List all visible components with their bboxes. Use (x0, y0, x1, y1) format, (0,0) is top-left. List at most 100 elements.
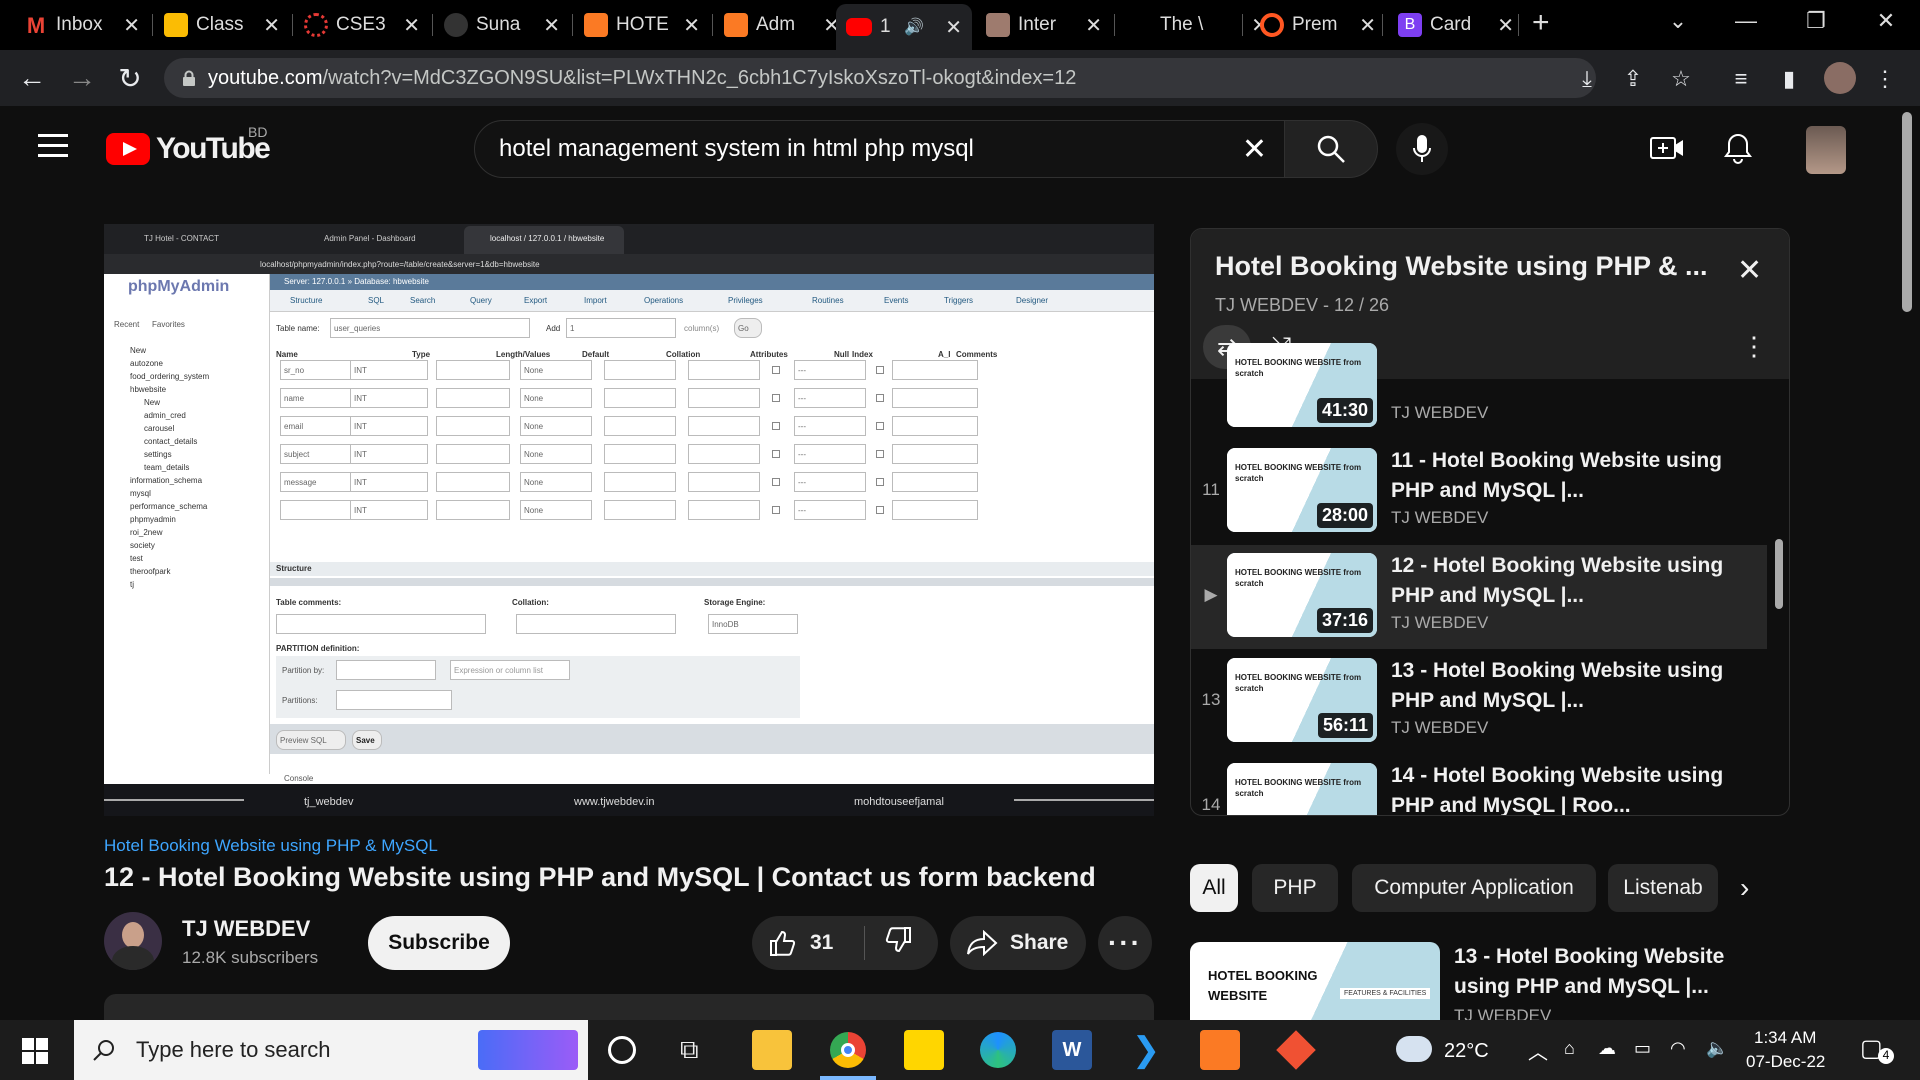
close-tab-icon[interactable]: ✕ (1359, 13, 1376, 38)
xampp-icon[interactable] (1200, 1030, 1240, 1070)
share-page-icon[interactable]: ⇪ (1618, 66, 1648, 92)
playlist-scrollbar[interactable] (1775, 539, 1783, 609)
database-tree-item: information_schema (130, 476, 203, 485)
media-control-icon[interactable]: ≡ (1726, 66, 1756, 92)
taskbar-search[interactable]: Type here to search (74, 1020, 588, 1080)
bookmark-star-icon[interactable]: ☆ (1666, 66, 1696, 92)
sticky-notes-icon[interactable] (904, 1030, 944, 1070)
clock-date[interactable]: 07-Dec-22 (1746, 1052, 1825, 1072)
pma-breadcrumb-bar: Server: 127.0.0.1 » Database: hbwebsite (270, 274, 1154, 290)
tab-github[interactable]: Suna ✕ (434, 6, 570, 44)
close-tab-icon[interactable]: ✕ (123, 13, 140, 38)
search-box[interactable]: hotel management system in html php mysq… (474, 120, 1286, 178)
playlist-item[interactable]: ▶ HOTEL BOOKING WEBSITE from scratch 37:16… (1191, 545, 1767, 649)
tab-search-chevron-icon[interactable]: ⌄ (1648, 8, 1708, 34)
playlist-item[interactable]: 13 HOTEL BOOKING WEBSITE from scratch 56:1… (1191, 650, 1767, 754)
field-default-select: None (520, 360, 592, 380)
channel-avatar[interactable] (104, 912, 162, 970)
clear-search-icon[interactable]: ✕ (1242, 132, 1267, 167)
hamburger-menu-icon[interactable] (38, 134, 68, 157)
channel-name[interactable]: TJ WEBDEV (182, 916, 310, 942)
share-button[interactable]: Share (950, 916, 1086, 970)
word-icon[interactable]: W (1052, 1030, 1092, 1070)
wifi-icon[interactable]: ◠ (1670, 1038, 1686, 1059)
chrome-icon[interactable] (828, 1030, 868, 1070)
vscode-icon[interactable]: ❯ (1126, 1030, 1166, 1070)
close-window-icon[interactable]: ✕ (1856, 8, 1916, 34)
tab-gmail[interactable]: M Inbox ✕ (14, 6, 150, 44)
chips-next-chevron-icon[interactable]: › (1740, 872, 1749, 904)
close-tab-icon[interactable]: ✕ (403, 13, 420, 38)
filter-chip[interactable]: Computer Application (1352, 864, 1596, 912)
tab-classroom[interactable]: Class ✕ (154, 6, 290, 44)
page-scrollbar[interactable] (1902, 112, 1912, 312)
video-player[interactable]: TJ Hotel - CONTACT Admin Panel - Dashboa… (104, 224, 1154, 816)
tray-chevron-icon[interactable]: ︿ (1528, 1036, 1548, 1065)
tab-youtube-active[interactable]: 1 🔊 ✕ (836, 4, 972, 50)
side-panel-icon[interactable]: ▮ (1774, 66, 1804, 92)
back-icon[interactable]: ← (14, 62, 50, 94)
more-actions-button[interactable]: ··· (1098, 916, 1152, 970)
filter-chip[interactable]: PHP (1252, 864, 1338, 912)
profile-avatar[interactable] (1824, 62, 1856, 94)
battery-icon[interactable]: ▭ (1634, 1038, 1651, 1059)
playlist-item[interactable]: HOTEL BOOKING WEBSITE from scratch 41:30 T… (1191, 335, 1767, 439)
install-app-icon[interactable]: ⤓ (1572, 66, 1602, 92)
playlist-item[interactable]: 11 HOTEL BOOKING WEBSITE from scratch 28:0… (1191, 440, 1767, 544)
youtube-logo[interactable]: YouTube (106, 132, 271, 166)
search-button[interactable] (1284, 120, 1378, 178)
git-icon[interactable] (1276, 1030, 1316, 1070)
recommended-thumbnail[interactable]: HOTEL BOOKING WEBSITE FEATURES & FACILIT… (1190, 942, 1440, 1020)
task-view-icon[interactable]: ⧉ (680, 1034, 699, 1066)
close-playlist-icon[interactable]: ✕ (1737, 253, 1762, 288)
clock-time[interactable]: 1:34 AM (1754, 1028, 1816, 1048)
tab-hotel[interactable]: HOTE ✕ (574, 6, 710, 44)
dislike-button[interactable] (865, 926, 913, 960)
tab-cse[interactable]: CSE3 ✕ (294, 6, 430, 44)
temperature[interactable]: 22°C (1444, 1040, 1489, 1063)
close-tab-icon[interactable]: ✕ (543, 13, 560, 38)
account-avatar[interactable] (1806, 126, 1846, 174)
tab-admin[interactable]: Adm ✕ (714, 6, 850, 44)
notifications-bell-icon[interactable] (1724, 132, 1752, 169)
filter-chip[interactable]: All (1190, 864, 1238, 912)
new-tab-icon[interactable]: + (1532, 6, 1550, 40)
subscribe-button[interactable]: Subscribe (368, 916, 510, 970)
tab-prem[interactable]: Prem ✕ (1250, 6, 1386, 44)
playlist-link[interactable]: Hotel Booking Website using PHP & MySQL (104, 836, 438, 856)
forward-icon[interactable]: → (64, 62, 100, 94)
playlist-title[interactable]: Hotel Booking Website using PHP & ... (1215, 251, 1708, 282)
weather-icon[interactable] (1396, 1036, 1432, 1062)
close-tab-icon[interactable]: ✕ (945, 15, 962, 40)
close-tab-icon[interactable]: ✕ (683, 13, 700, 38)
recommended-channel[interactable]: TJ WEBDEV (1454, 1006, 1551, 1020)
close-tab-icon[interactable]: ✕ (1085, 13, 1102, 38)
like-button[interactable]: 31 (752, 929, 864, 957)
speaker-icon[interactable]: 🔊 (904, 17, 924, 37)
description-box[interactable] (104, 994, 1154, 1020)
edge-icon[interactable] (978, 1030, 1018, 1070)
file-explorer-icon[interactable] (752, 1030, 792, 1070)
tab-inter[interactable]: Inter ✕ (976, 6, 1112, 44)
volume-icon[interactable]: 🔈 (1706, 1038, 1728, 1059)
field-name-input: name (280, 388, 352, 408)
voice-search-button[interactable] (1396, 123, 1448, 175)
cortana-icon[interactable] (608, 1036, 636, 1064)
recommended-title[interactable]: 13 - Hotel Booking Website using PHP and… (1454, 942, 1754, 1002)
onedrive-icon[interactable]: ☁ (1598, 1038, 1616, 1059)
database-tree-item: settings (144, 450, 172, 459)
minimize-icon[interactable]: — (1716, 8, 1776, 34)
meet-now-icon[interactable]: ⌂ (1564, 1038, 1575, 1059)
close-tab-icon[interactable]: ✕ (263, 13, 280, 38)
restore-icon[interactable]: ❐ (1786, 8, 1846, 34)
close-tab-icon[interactable]: ✕ (1497, 13, 1514, 38)
tab-card[interactable]: B Card ✕ (1388, 6, 1524, 44)
filter-chip[interactable]: Listenab (1608, 864, 1718, 912)
playlist-item[interactable]: 14 HOTEL BOOKING WEBSITE from scratch1:30… (1191, 755, 1767, 815)
address-bar[interactable]: youtube.com/watch?v=MdC3ZGON9SU&list=PLW… (164, 58, 1596, 98)
menu-kebab-icon[interactable]: ⋮ (1870, 66, 1900, 92)
reload-icon[interactable]: ↻ (112, 62, 148, 95)
create-video-icon[interactable] (1650, 134, 1684, 167)
search-input[interactable]: hotel management system in html php mysq… (499, 135, 1242, 163)
windows-start-icon[interactable] (22, 1038, 48, 1069)
